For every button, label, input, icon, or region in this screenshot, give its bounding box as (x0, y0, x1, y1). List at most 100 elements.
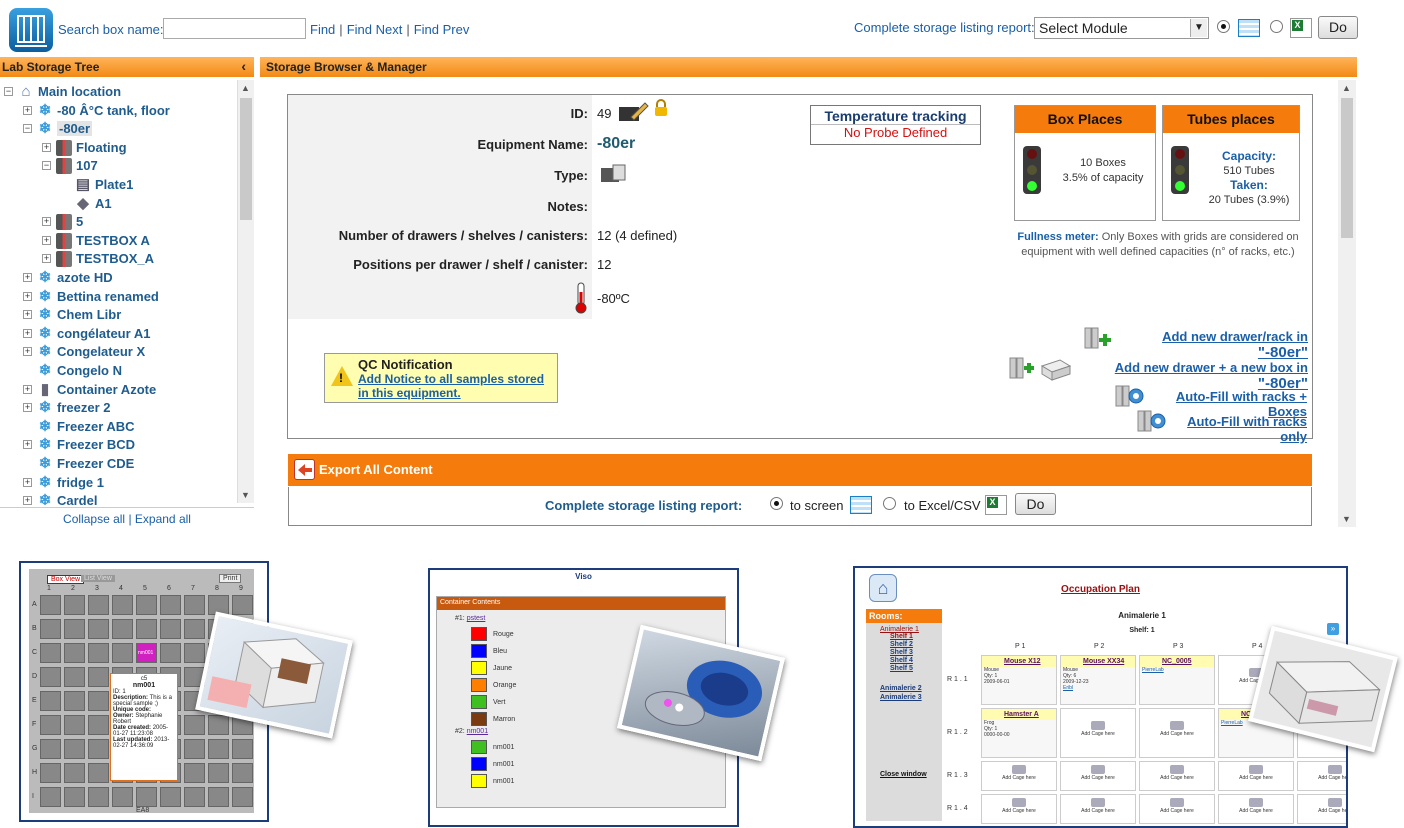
add-cage-link[interactable]: Add Cage here (1298, 775, 1346, 781)
box-view-tab[interactable]: Box View (47, 575, 85, 584)
autofill-racks-only-link[interactable]: Auto-Fill with racks only (1166, 414, 1307, 444)
find-prev-link[interactable]: Find Prev (414, 22, 470, 37)
box-position-cell[interactable] (40, 715, 61, 735)
box-position-cell[interactable] (88, 595, 109, 615)
box-position-cell[interactable] (160, 619, 181, 639)
box-position-cell[interactable] (112, 787, 133, 807)
empty-cage-slot[interactable]: Add Cage here (1139, 794, 1215, 824)
expand-node-icon[interactable]: + (23, 384, 32, 394)
to-screen-radio[interactable] (770, 497, 783, 510)
add-drawer-link[interactable]: Add new drawer/rack in "-80er" (1112, 329, 1308, 361)
add-cage-link[interactable]: Add Cage here (982, 808, 1056, 814)
app-logo-icon[interactable] (9, 8, 53, 52)
box-position-cell[interactable] (88, 691, 109, 711)
add-drawer-box-link[interactable]: Add new drawer + a new box in "-80er" (1074, 360, 1308, 392)
browser-scrollbar[interactable]: ▲ ▼ (1338, 80, 1356, 527)
box-position-cell[interactable] (88, 667, 109, 687)
expand-node-icon[interactable]: + (23, 347, 32, 357)
print-button[interactable]: Print (219, 574, 242, 583)
empty-cage-slot[interactable]: Add Cage here (1060, 708, 1136, 758)
box-position-cell[interactable] (88, 619, 109, 639)
expand-node-icon[interactable]: + (23, 496, 32, 505)
browser-scroll-thumb[interactable] (1341, 98, 1353, 238)
cage-cell[interactable]: Hamster A Frog Qty: 1 0000-00-00 (981, 708, 1057, 758)
add-cage-link[interactable]: Add Cage here (1298, 808, 1346, 814)
expand-node-icon[interactable]: + (23, 273, 32, 282)
add-cage-link[interactable]: Add Cage here (1140, 731, 1214, 737)
content-item[interactable]: Jaune (471, 661, 591, 678)
box-position-cell[interactable] (88, 787, 109, 807)
expand-node-icon[interactable]: + (23, 328, 32, 338)
cage-name-link[interactable]: NC_0005 (1140, 656, 1214, 667)
box-position-cell[interactable] (112, 595, 133, 615)
expand-node-icon[interactable]: + (42, 142, 51, 152)
empty-cage-slot[interactable]: Add Cage here (1297, 761, 1346, 791)
box-position-cell[interactable] (184, 643, 205, 663)
box-position-cell[interactable] (184, 763, 205, 783)
box-position-cell[interactable] (64, 667, 85, 687)
expand-node-icon[interactable]: + (42, 235, 51, 245)
box-position-cell[interactable] (232, 763, 253, 783)
box-position-cell[interactable] (208, 763, 229, 783)
box-position-cell[interactable] (184, 787, 205, 807)
box-position-cell[interactable] (208, 787, 229, 807)
empty-cage-slot[interactable]: Add Cage here (1218, 761, 1294, 791)
shelf-link[interactable]: Shelf 4 (890, 657, 942, 665)
content-item[interactable]: Orange (471, 678, 591, 695)
box-position-cell[interactable] (64, 715, 85, 735)
next-shelf-icon[interactable]: » (1327, 623, 1339, 635)
room-link[interactable]: Animalerie 1 (880, 626, 942, 633)
cage-cell[interactable]: Mouse X12 Mouse Qty: 1 2009-06-01 (981, 655, 1057, 705)
expand-node-icon[interactable]: + (23, 477, 32, 487)
excel-radio[interactable] (1270, 20, 1283, 33)
empty-cage-slot[interactable]: Add Cage here (1139, 761, 1215, 791)
box-position-cell[interactable] (112, 619, 133, 639)
content-item[interactable]: nm001 (471, 740, 591, 757)
box-position-cell[interactable] (208, 715, 229, 735)
box-position-cell[interactable] (40, 763, 61, 783)
box-position-cell[interactable] (136, 619, 157, 639)
add-cage-link[interactable]: Add Cage here (1061, 731, 1135, 737)
box-position-cell[interactable] (232, 739, 253, 759)
search-box-input[interactable] (163, 18, 306, 39)
qc-add-notice-link[interactable]: Add Notice to all samples stored in this… (358, 372, 558, 400)
empty-cage-slot[interactable]: Add Cage here (981, 761, 1057, 791)
empty-cage-slot[interactable]: Add Cage here (981, 794, 1057, 824)
box-position-cell[interactable]: nm001 (136, 643, 157, 663)
lock-icon[interactable] (654, 99, 668, 117)
add-cage-link[interactable]: Add Cage here (1140, 808, 1214, 814)
cage-cell[interactable]: NC_0005 PierreLab (1139, 655, 1215, 705)
cage-owner[interactable]: PierreLab (1140, 667, 1214, 673)
content-item[interactable]: nm001 (471, 774, 591, 791)
temperature-tracking-box[interactable]: Temperature tracking No Probe Defined (810, 105, 981, 145)
content-item[interactable]: Vert (471, 695, 591, 712)
box-position-cell[interactable] (88, 739, 109, 759)
content-item[interactable]: Bleu (471, 644, 591, 661)
cage-cell[interactable]: Mouse XX34 Mouse Qty: 6 2009-12-23 Eribl (1060, 655, 1136, 705)
empty-cage-slot[interactable]: Add Cage here (1218, 794, 1294, 824)
room-link[interactable]: Animalerie 2 (880, 685, 942, 692)
export-do-button[interactable]: Do (1015, 493, 1056, 515)
expand-node-icon[interactable]: + (23, 291, 32, 301)
room-link[interactable]: Animalerie 3 (880, 694, 942, 701)
box-position-cell[interactable] (112, 643, 133, 663)
box-position-cell[interactable] (40, 667, 61, 687)
box-position-cell[interactable] (88, 643, 109, 663)
collapse-node-icon[interactable]: − (42, 161, 51, 171)
box-position-cell[interactable] (136, 595, 157, 615)
empty-cage-slot[interactable]: Add Cage here (1297, 794, 1346, 824)
expand-node-icon[interactable]: + (42, 217, 51, 227)
tree-scrollbar[interactable]: ▲ ▼ (237, 80, 254, 503)
add-cage-link[interactable]: Add Cage here (1219, 808, 1293, 814)
to-excel-radio[interactable] (883, 497, 896, 510)
expand-node-icon[interactable]: + (23, 105, 32, 115)
content-item[interactable]: Marron (471, 712, 591, 729)
empty-cage-slot[interactable]: Add Cage here (1060, 761, 1136, 791)
content-item[interactable]: Rouge (471, 627, 591, 644)
box-position-cell[interactable] (40, 595, 61, 615)
edit-pencil-icon[interactable] (617, 101, 649, 123)
find-link[interactable]: Find (310, 22, 335, 37)
add-cage-link[interactable]: Add Cage here (982, 775, 1056, 781)
collapse-panel-icon[interactable]: ‹ (241, 58, 246, 74)
collapse-all-link[interactable]: Collapse all (63, 512, 125, 526)
